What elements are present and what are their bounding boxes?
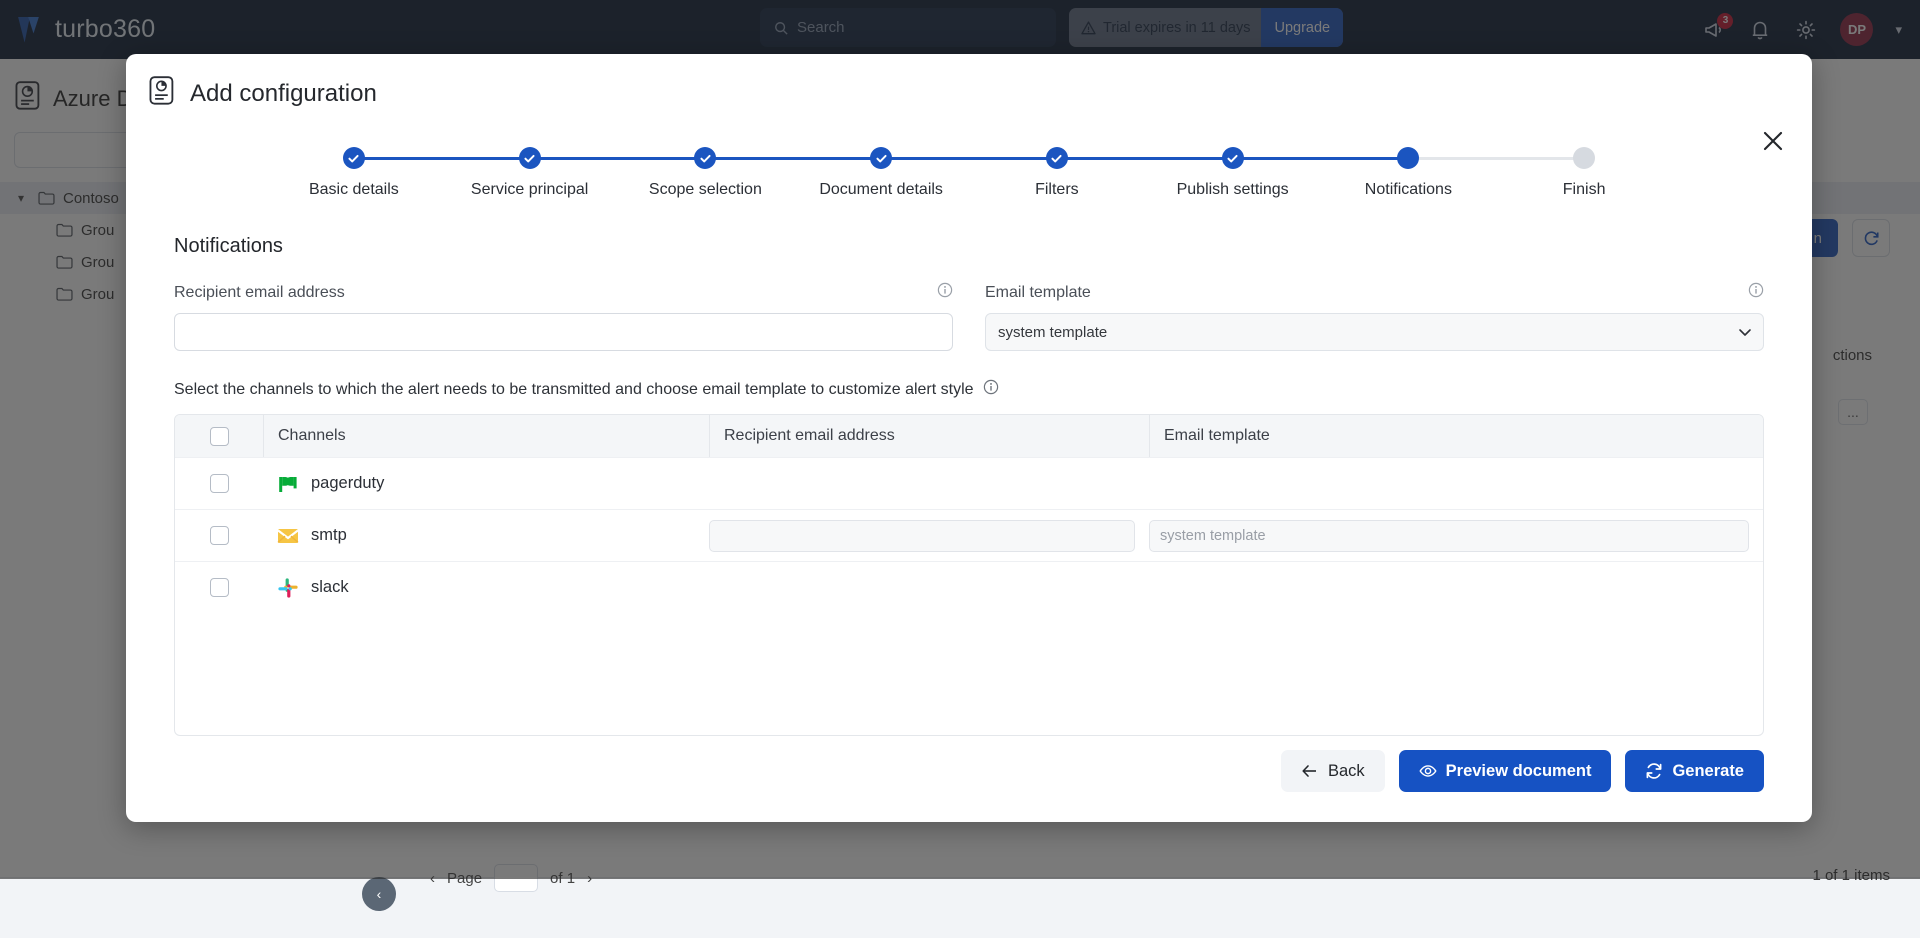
- step-status-icon: [343, 147, 365, 169]
- section-title: Notifications: [174, 235, 1764, 258]
- channel-name: slack: [311, 578, 349, 597]
- step-status-icon: [870, 147, 892, 169]
- step-label: Publish settings: [1177, 181, 1289, 199]
- table-row: slack: [175, 561, 1763, 613]
- arrow-left-icon: [1301, 762, 1319, 780]
- column-header-channels: Channels: [278, 427, 346, 445]
- email-template-value: system template: [998, 324, 1107, 341]
- step-document-details[interactable]: Document details: [793, 147, 969, 199]
- email-template-select[interactable]: system template: [985, 313, 1764, 351]
- step-status-icon: [519, 147, 541, 169]
- pagerduty-icon: [277, 473, 299, 495]
- step-finish[interactable]: Finish: [1496, 147, 1672, 199]
- add-configuration-modal: Add configuration Basic details Service …: [126, 54, 1812, 822]
- step-filters[interactable]: Filters: [969, 147, 1145, 199]
- recipient-email-input[interactable]: [174, 313, 953, 351]
- step-service-principal[interactable]: Service principal: [442, 147, 618, 199]
- info-icon[interactable]: [983, 379, 999, 400]
- step-label: Finish: [1563, 181, 1606, 199]
- channels-table-header: Channels Recipient email address Email t…: [175, 415, 1763, 457]
- step-status-icon: [1397, 147, 1419, 169]
- back-button-label: Back: [1328, 762, 1365, 781]
- channels-helper-text: Select the channels to which the alert n…: [174, 381, 974, 399]
- template-cell-smtp: [1149, 520, 1763, 552]
- info-icon[interactable]: [1748, 282, 1764, 303]
- refresh-icon: [1645, 762, 1663, 780]
- preview-document-label: Preview document: [1446, 762, 1592, 781]
- channel-name: smtp: [311, 526, 347, 545]
- step-status-icon: [694, 147, 716, 169]
- wizard-stepper: Basic details Service principal Scope se…: [126, 147, 1812, 217]
- eye-icon: [1419, 762, 1437, 780]
- channels-table: Channels Recipient email address Email t…: [174, 414, 1764, 736]
- step-status-icon: [1046, 147, 1068, 169]
- step-status-icon: [1222, 147, 1244, 169]
- step-label: Filters: [1035, 181, 1079, 199]
- step-label: Service principal: [471, 181, 588, 199]
- back-button[interactable]: Back: [1281, 750, 1385, 792]
- table-row: pagerduty: [175, 457, 1763, 509]
- step-scope-selection[interactable]: Scope selection: [618, 147, 794, 199]
- modal-body: Notifications Recipient email address Em…: [126, 217, 1812, 736]
- email-template-label: Email template: [985, 284, 1091, 302]
- recipient-email-field-group: Recipient email address: [174, 282, 953, 351]
- select-all-checkbox[interactable]: [210, 427, 229, 446]
- step-status-icon: [1573, 147, 1595, 169]
- table-row: smtp: [175, 509, 1763, 561]
- info-icon[interactable]: [937, 282, 953, 303]
- step-label: Basic details: [309, 181, 399, 199]
- recipient-cell-smtp: [709, 520, 1149, 552]
- slack-icon: [277, 577, 299, 599]
- step-basic-details[interactable]: Basic details: [266, 147, 442, 199]
- preview-document-button[interactable]: Preview document: [1399, 750, 1612, 792]
- select-all-cell: [175, 427, 263, 446]
- channels-helper: Select the channels to which the alert n…: [174, 379, 1764, 400]
- bottom-bar: [0, 877, 1920, 938]
- generate-label: Generate: [1672, 762, 1744, 781]
- document-chart-icon: [148, 76, 176, 111]
- row-checkbox-smtp[interactable]: [210, 526, 229, 545]
- column-header-email-template: Email template: [1164, 427, 1270, 445]
- notification-form-row: Recipient email address Email template: [174, 282, 1764, 351]
- step-publish-settings[interactable]: Publish settings: [1145, 147, 1321, 199]
- step-label: Notifications: [1365, 181, 1452, 199]
- email-template-field-group: Email template system template: [985, 282, 1764, 351]
- row-checkbox-slack[interactable]: [210, 578, 229, 597]
- modal-footer: Back Preview document Generate: [1281, 750, 1764, 792]
- row-recipient-email-input-smtp[interactable]: [709, 520, 1135, 552]
- row-email-template-input-smtp[interactable]: [1149, 520, 1749, 552]
- step-label: Scope selection: [649, 181, 762, 199]
- channel-name: pagerduty: [311, 474, 384, 493]
- modal-header: Add configuration: [126, 54, 1812, 111]
- generate-button[interactable]: Generate: [1625, 750, 1764, 792]
- step-label: Document details: [819, 181, 943, 199]
- column-header-recipient-email: Recipient email address: [724, 427, 895, 445]
- recipient-email-label: Recipient email address: [174, 284, 345, 302]
- smtp-envelope-icon: [277, 525, 299, 547]
- row-checkbox-pagerduty[interactable]: [210, 474, 229, 493]
- modal-title: Add configuration: [190, 80, 377, 108]
- collapse-sidebar-button[interactable]: ‹: [362, 877, 396, 911]
- step-notifications[interactable]: Notifications: [1321, 147, 1497, 199]
